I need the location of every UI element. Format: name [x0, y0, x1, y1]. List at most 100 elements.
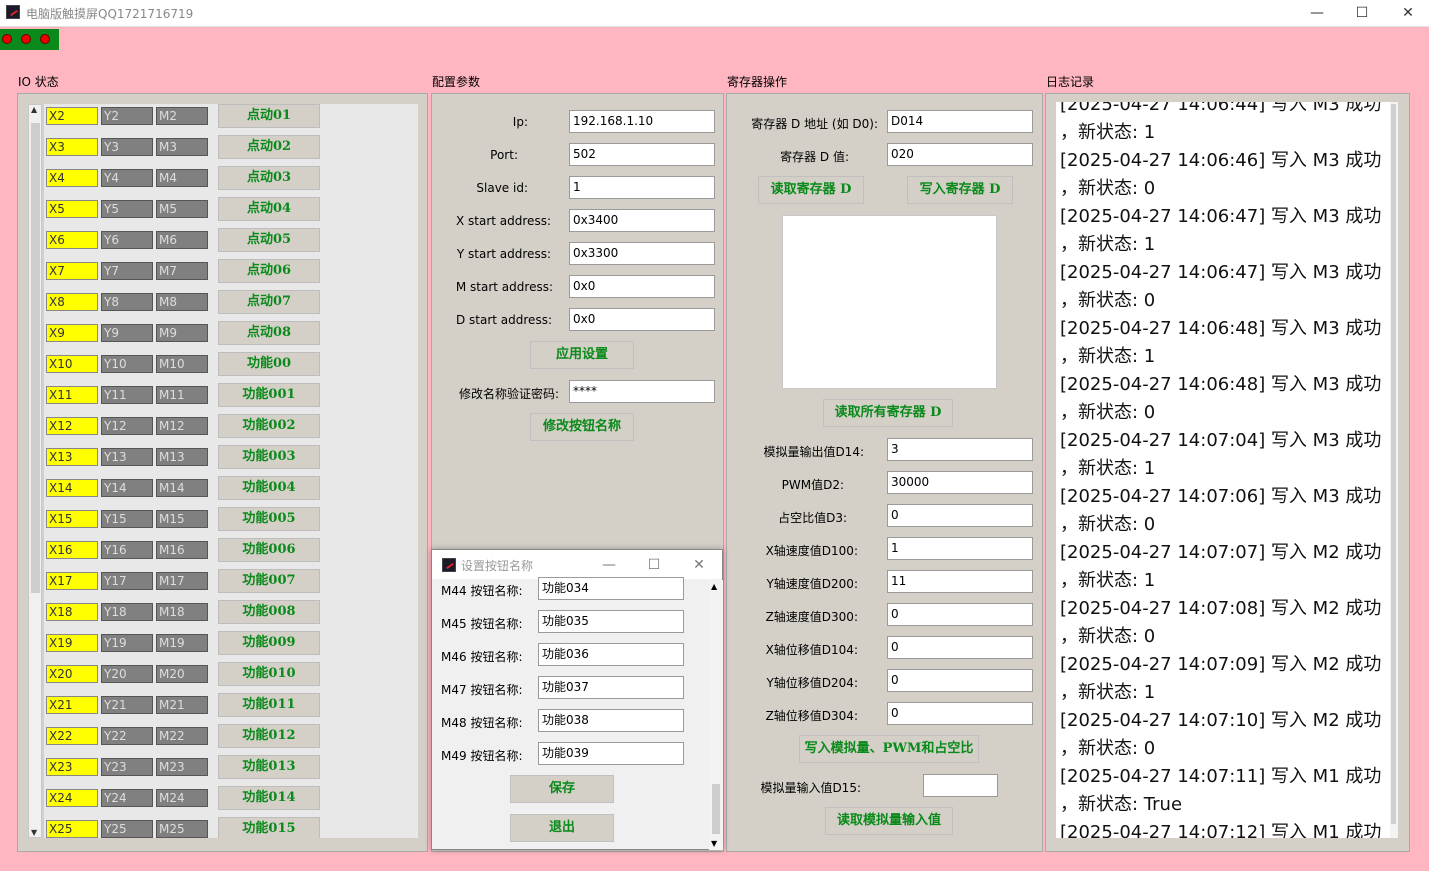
button-name-input[interactable]: 功能039	[538, 742, 684, 765]
m-relay-indicator: M15	[156, 510, 208, 528]
m-start-input[interactable]: 0x0	[569, 275, 715, 298]
m-relay-indicator: M14	[156, 479, 208, 497]
io-action-button[interactable]: 功能008	[218, 600, 320, 624]
port-label: Port:	[490, 148, 518, 162]
d300-input[interactable]: 0	[887, 603, 1033, 626]
x-input-indicator: X16	[46, 541, 98, 559]
dialog-maximize-button[interactable]: ☐	[639, 554, 669, 576]
log-line: ，新状态: 0	[1060, 178, 1156, 199]
d104-input[interactable]: 0	[887, 636, 1033, 659]
minimize-button[interactable]: —	[1294, 2, 1340, 24]
x-start-label: X start address:	[456, 214, 551, 228]
x-input-indicator: X4	[46, 169, 98, 187]
io-action-button[interactable]: 功能002	[218, 414, 320, 438]
io-action-button[interactable]: 功能013	[218, 755, 320, 779]
io-action-button[interactable]: 功能005	[218, 507, 320, 531]
button-name-input[interactable]: 功能035	[538, 610, 684, 633]
dialog-minimize-button[interactable]: —	[594, 554, 624, 576]
password-input[interactable]: ****	[569, 380, 715, 403]
io-action-button[interactable]: 功能015	[218, 817, 320, 838]
read-register-button[interactable]: 读取寄存器 D	[758, 176, 864, 204]
log-textbox[interactable]: [2025-04-27 14:06:44] 写入 M3 成功 ，新状态: 1 [20…	[1056, 102, 1398, 838]
m-relay-indicator: M6	[156, 231, 208, 249]
scroll-down-icon[interactable]: ▼	[31, 828, 37, 837]
d304-input[interactable]: 0	[887, 702, 1033, 725]
scrollbar-thumb[interactable]	[712, 784, 720, 834]
io-action-button[interactable]: 点动05	[218, 228, 320, 252]
x-input-indicator: X12	[46, 417, 98, 435]
y-output-indicator: Y20	[101, 665, 153, 683]
read-analog-input-button[interactable]: 读取模拟量输入值	[825, 807, 953, 835]
y-output-indicator: Y3	[101, 138, 153, 156]
io-action-button[interactable]: 功能007	[218, 569, 320, 593]
d15-input[interactable]	[923, 774, 998, 797]
io-action-button[interactable]: 功能009	[218, 631, 320, 655]
m-relay-indicator: M8	[156, 293, 208, 311]
io-action-button[interactable]: 点动08	[218, 321, 320, 345]
log-line: ，新状态: 1	[1060, 570, 1156, 591]
io-action-button[interactable]: 功能001	[218, 383, 320, 407]
scrollbar-thumb[interactable]	[31, 123, 40, 593]
register-list-box[interactable]	[782, 215, 997, 389]
io-action-button[interactable]: 功能011	[218, 693, 320, 717]
d3-input[interactable]: 0	[887, 504, 1033, 527]
io-action-button[interactable]: 点动04	[218, 197, 320, 221]
log-line: [2025-04-27 14:07:08] 写入 M2 成功	[1060, 598, 1382, 619]
log-panel-title: 日志记录	[1046, 75, 1095, 89]
io-row: X20 Y20 M20 功能010	[44, 662, 418, 693]
io-action-button[interactable]: 功能004	[218, 476, 320, 500]
read-all-registers-button[interactable]: 读取所有寄存器 D	[823, 399, 953, 427]
close-button[interactable]: ✕	[1385, 2, 1429, 24]
io-action-button[interactable]: 功能014	[218, 786, 320, 810]
io-action-button[interactable]: 功能006	[218, 538, 320, 562]
rename-buttons-button[interactable]: 修改按钮名称	[530, 413, 634, 441]
write-register-button[interactable]: 写入寄存器 D	[907, 176, 1013, 204]
y-output-indicator: Y24	[101, 789, 153, 807]
button-name-input[interactable]: 功能036	[538, 643, 684, 666]
log-line: ，新状态: True	[1060, 794, 1183, 815]
maximize-button[interactable]: ☐	[1339, 2, 1385, 24]
io-action-button[interactable]: 点动07	[218, 290, 320, 314]
d100-input[interactable]: 1	[887, 537, 1033, 560]
io-scrollbar[interactable]: ▲ ▼	[28, 104, 42, 838]
io-panel-title: IO 状态	[18, 75, 59, 89]
button-name-input[interactable]: 功能037	[538, 676, 684, 699]
config-panel-title: 配置参数	[432, 75, 481, 89]
scroll-up-icon[interactable]: ▲	[31, 105, 37, 114]
y-start-label: Y start address:	[456, 247, 551, 261]
io-action-button[interactable]: 功能010	[218, 662, 320, 686]
io-action-button[interactable]: 点动06	[218, 259, 320, 283]
save-button[interactable]: 保存	[510, 775, 614, 803]
d-start-input[interactable]: 0x0	[569, 308, 715, 331]
register-value-input[interactable]: 020	[887, 143, 1033, 166]
button-name-label: M49 按钮名称:	[441, 749, 523, 763]
button-name-input[interactable]: 功能034	[538, 577, 684, 600]
d204-input[interactable]: 0	[887, 669, 1033, 692]
io-action-button[interactable]: 功能012	[218, 724, 320, 748]
io-action-button[interactable]: 点动01	[218, 104, 320, 128]
y-start-input[interactable]: 0x3300	[569, 242, 715, 265]
scroll-up-icon[interactable]: ▲	[711, 582, 717, 591]
port-input[interactable]: 502	[569, 143, 715, 166]
dialog-scrollbar[interactable]: ▲ ▼	[709, 580, 723, 850]
apply-settings-button[interactable]: 应用设置	[530, 341, 634, 369]
exit-button[interactable]: 退出	[510, 814, 614, 842]
scrollbar-thumb[interactable]	[1391, 104, 1396, 824]
y-output-indicator: Y4	[101, 169, 153, 187]
d200-input[interactable]: 11	[887, 570, 1033, 593]
d14-input[interactable]: 3	[887, 438, 1033, 461]
write-analog-pwm-button[interactable]: 写入模拟量、PWM和占空比	[799, 735, 979, 763]
scroll-down-icon[interactable]: ▼	[711, 839, 717, 848]
slave-id-input[interactable]: 1	[569, 176, 715, 199]
io-action-button[interactable]: 点动03	[218, 166, 320, 190]
ip-input[interactable]: 192.168.1.10	[569, 110, 715, 133]
button-name-input[interactable]: 功能038	[538, 709, 684, 732]
io-action-button[interactable]: 功能00	[218, 352, 320, 376]
x-start-input[interactable]: 0x3400	[569, 209, 715, 232]
d2-input[interactable]: 30000	[887, 471, 1033, 494]
log-scrollbar[interactable]	[1390, 102, 1398, 838]
io-action-button[interactable]: 功能003	[218, 445, 320, 469]
dialog-close-button[interactable]: ✕	[684, 554, 714, 576]
io-action-button[interactable]: 点动02	[218, 135, 320, 159]
register-address-input[interactable]: D014	[887, 110, 1033, 133]
